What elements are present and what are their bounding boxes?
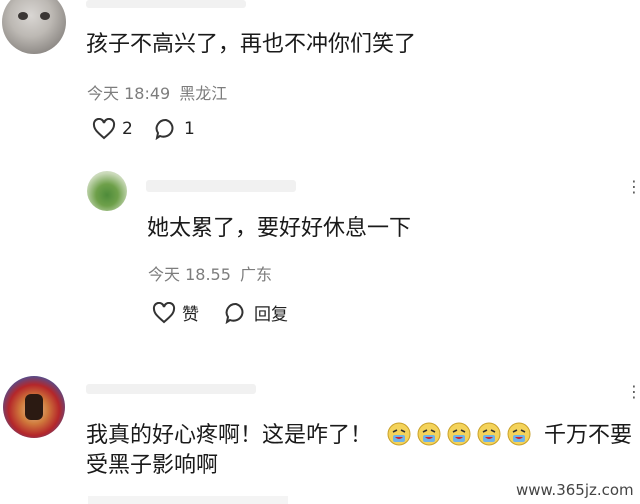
avatar-opera[interactable] [3, 376, 65, 438]
reply-count-button[interactable]: 1 [154, 118, 195, 140]
crying-emoji-icon [507, 422, 531, 446]
reply-button[interactable]: 回复 [224, 300, 288, 325]
comment-meta: 今天 18:49 黑龙江 [87, 80, 227, 104]
watermark: www.365jz.com [516, 481, 634, 499]
crying-emoji-icon [477, 422, 501, 446]
more-vertical-icon[interactable]: ⋮ [626, 384, 640, 400]
like-button[interactable]: 赞 [152, 300, 199, 325]
comment-location: 黑龙江 [179, 84, 228, 103]
comment-text: 孩子不高兴了，再也不冲你们笑了 [86, 32, 417, 57]
crying-emoji-icon [387, 422, 411, 446]
username-redacted[interactable] [86, 0, 246, 8]
like-count: 2 [122, 119, 133, 139]
more-vertical-icon[interactable]: ⋮ [626, 179, 640, 195]
reply-location: 广东 [240, 265, 273, 284]
crying-emoji-icon [447, 422, 471, 446]
reply-text: 她太累了，要好好休息一下 [147, 216, 412, 241]
username-redacted[interactable] [146, 180, 296, 192]
heart-icon [152, 301, 176, 324]
avatar-reply[interactable] [87, 171, 127, 211]
comment-text-part: 我真的好心疼啊！这是咋了！ [86, 423, 373, 448]
reply-label: 回复 [254, 305, 288, 325]
like-label: 赞 [182, 305, 199, 325]
username-redacted[interactable] [86, 384, 256, 394]
comment-time: 今天 18:49 [87, 84, 171, 103]
next-meta-partial [88, 496, 288, 504]
reply-meta: 今天 18.55 广东 [148, 261, 272, 285]
like-button[interactable]: 2 [92, 118, 133, 140]
comment-text-part: 千万不要 [544, 423, 633, 448]
reply-time: 今天 18.55 [148, 265, 231, 284]
comment-icon [224, 302, 248, 324]
comment-text-line2: 受黑子影响啊 [86, 453, 219, 478]
heart-icon [92, 118, 116, 140]
crying-emoji-icon [417, 422, 441, 446]
reply-count: 1 [184, 119, 195, 139]
comment-icon [154, 118, 178, 140]
comment-text: 我真的好心疼啊！这是咋了！ 千万不要 [86, 421, 632, 451]
avatar-cat[interactable] [2, 0, 66, 54]
emoji-row [387, 422, 544, 448]
